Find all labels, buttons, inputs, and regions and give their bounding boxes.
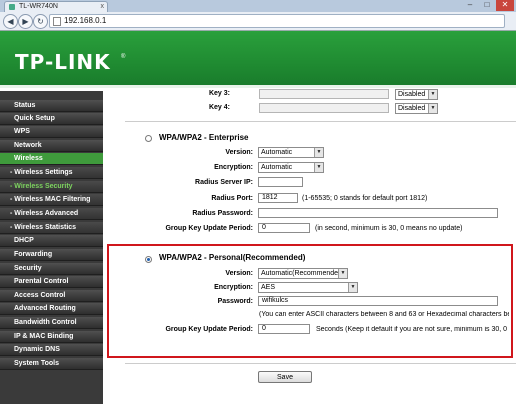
chevron-down-icon: ▼	[428, 90, 437, 99]
key3-input[interactable]	[259, 89, 389, 99]
sidebar-item-wireless-mac-filtering[interactable]: - Wireless MAC Filtering	[0, 194, 103, 206]
key3-type-select[interactable]: Disabled ▼	[395, 89, 438, 100]
personal-encryption-select[interactable]: AES ▼	[258, 282, 358, 293]
tab-title: TL-WR740N	[19, 3, 58, 10]
enterprise-version-select[interactable]: Automatic ▼	[258, 147, 324, 158]
personal-version-value: Automatic(Recommended)	[261, 270, 345, 277]
forward-icon[interactable]: ▶	[18, 14, 33, 29]
sidebar-item-wireless-settings[interactable]: - Wireless Settings	[0, 167, 103, 179]
sidebar-item-ip-mac-binding[interactable]: IP & MAC Binding	[0, 331, 103, 343]
sidebar-item-dynamic-dns[interactable]: Dynamic DNS	[0, 344, 103, 356]
save-button[interactable]: Save	[258, 371, 312, 383]
sidebar-item-network[interactable]: Network	[0, 140, 103, 152]
radius-ip-input[interactable]	[258, 177, 303, 187]
radius-ip-label: Radius Server IP:	[195, 179, 253, 186]
key4-label: Key 4:	[208, 104, 230, 111]
personal-version-label: Version:	[225, 270, 253, 277]
sidebar-item-status[interactable]: Status	[0, 100, 103, 112]
radius-password-input[interactable]	[258, 208, 498, 218]
enterprise-encryption-value: Automatic	[261, 164, 293, 171]
tab-close-icon[interactable]: x	[101, 3, 105, 10]
close-window-icon[interactable]: ✕	[496, 0, 514, 11]
radius-port-hint: (1-65535; 0 stands for default port 1812…	[302, 195, 428, 202]
chevron-down-icon: ▼	[314, 163, 323, 172]
personal-password-label: Password:	[217, 298, 253, 305]
sidebar-menu: Status Quick Setup WPS Network Wireless …	[0, 91, 103, 404]
enterprise-encryption-select[interactable]: Automatic ▼	[258, 162, 324, 173]
key4-input[interactable]	[259, 103, 389, 113]
personal-radio[interactable]	[145, 256, 152, 263]
personal-encryption-label: Encryption:	[214, 284, 253, 291]
key3-label: Key 3:	[208, 90, 230, 97]
chevron-down-icon: ▼	[348, 283, 357, 292]
personal-title: WPA/WPA2 - Personal(Recommended)	[159, 253, 306, 262]
chevron-down-icon: ▼	[338, 269, 347, 278]
sidebar-item-quick-setup[interactable]: Quick Setup	[0, 113, 103, 125]
enterprise-group-key-input[interactable]: 0	[258, 223, 310, 233]
key4-type-value: Disabled	[398, 105, 426, 112]
sidebar-item-forwarding[interactable]: Forwarding	[0, 249, 103, 261]
reload-icon[interactable]: ↻	[33, 14, 48, 29]
sidebar-item-wireless-statistics[interactable]: - Wireless Statistics	[0, 222, 103, 234]
registered-mark: ®	[121, 54, 126, 60]
sidebar-item-security[interactable]: Security	[0, 263, 103, 275]
page-icon	[53, 17, 61, 26]
favicon-icon	[9, 4, 15, 10]
enterprise-version-value: Automatic	[261, 149, 293, 156]
enterprise-group-key-hint: (in second, minimum is 30, 0 means no up…	[315, 225, 463, 232]
tp-link-logo: TP-LINK	[15, 50, 111, 74]
sidebar-item-bandwidth-control[interactable]: Bandwidth Control	[0, 317, 103, 329]
personal-encryption-value: AES	[261, 284, 276, 291]
back-icon[interactable]: ◀	[3, 14, 18, 29]
personal-group-key-label: Group Key Update Period:	[165, 326, 253, 333]
maximize-icon[interactable]: □	[479, 0, 495, 11]
sidebar-item-access-control[interactable]: Access Control	[0, 290, 103, 302]
address-bar[interactable]: 192.168.0.1	[49, 14, 505, 28]
sidebar-item-wireless-advanced[interactable]: - Wireless Advanced	[0, 208, 103, 220]
chevron-down-icon: ▼	[428, 104, 437, 113]
sidebar-item-advanced-routing[interactable]: Advanced Routing	[0, 303, 103, 315]
radius-password-label: Radius Password:	[192, 210, 253, 217]
key4-type-select[interactable]: Disabled ▼	[395, 103, 438, 114]
enterprise-encryption-label: Encryption:	[214, 164, 253, 171]
sidebar-item-wps[interactable]: WPS	[0, 126, 103, 138]
enterprise-group-key-label: Group Key Update Period:	[165, 225, 253, 232]
personal-group-key-hint: Seconds (Keep it default if you are not …	[316, 326, 509, 333]
sidebar-item-dhcp[interactable]: DHCP	[0, 235, 103, 247]
sidebar-item-wireless-security[interactable]: - Wireless Security	[0, 181, 103, 193]
minimize-icon[interactable]: –	[462, 0, 478, 11]
key3-type-value: Disabled	[398, 91, 426, 98]
sidebar-item-parental-control[interactable]: Parental Control	[0, 276, 103, 288]
radius-port-label: Radius Port:	[211, 195, 253, 202]
chevron-down-icon: ▼	[314, 148, 323, 157]
enterprise-version-label: Version:	[225, 149, 253, 156]
enterprise-radio[interactable]	[145, 135, 152, 142]
radius-port-input[interactable]: 1812	[258, 193, 298, 203]
sidebar-item-wireless[interactable]: Wireless	[0, 153, 103, 165]
url-text: 192.168.0.1	[64, 16, 107, 25]
personal-password-hint: (You can enter ASCII characters between …	[259, 311, 509, 318]
enterprise-title: WPA/WPA2 - Enterprise	[159, 133, 249, 142]
section-divider	[125, 363, 516, 364]
personal-group-key-input[interactable]: 0	[258, 324, 310, 334]
personal-version-select[interactable]: Automatic(Recommended) ▼	[258, 268, 348, 279]
sidebar-item-system-tools[interactable]: System Tools	[0, 358, 103, 370]
section-divider	[125, 121, 516, 122]
personal-password-input[interactable]: wifikulcs	[258, 296, 498, 306]
